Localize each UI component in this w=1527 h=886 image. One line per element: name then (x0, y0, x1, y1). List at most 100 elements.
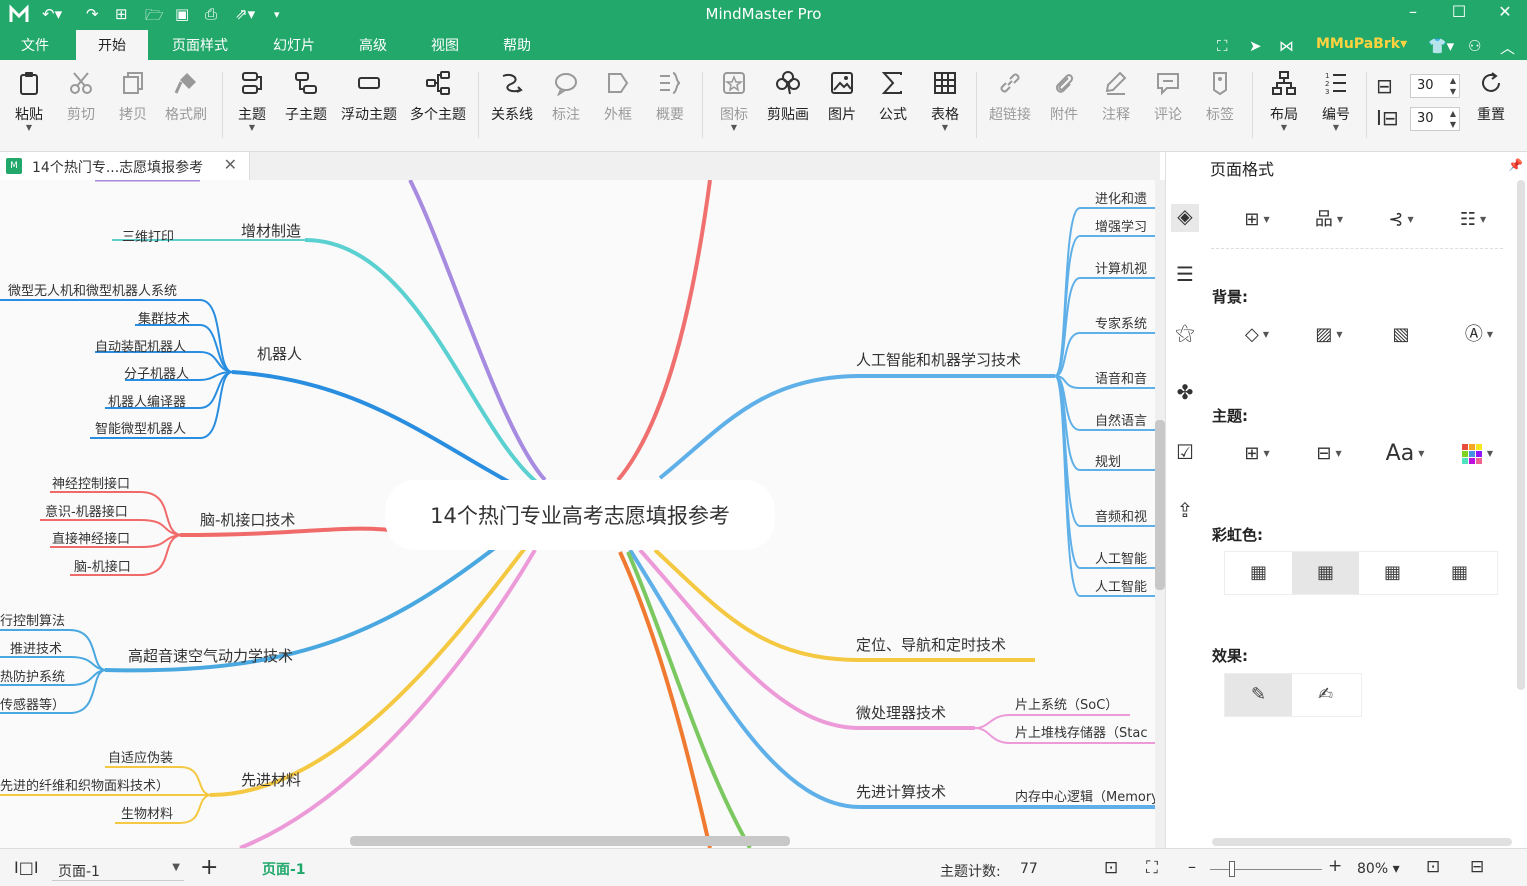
fullscreen-icon[interactable]: ⛶ (1217, 37, 1228, 55)
theme-style-button[interactable]: ⊞ ▼ (1227, 436, 1287, 472)
rainbow-option-3[interactable]: ▦ (1359, 552, 1426, 594)
connector-style-button[interactable]: ⊰ ▼ (1371, 202, 1431, 238)
numbering-style-button[interactable]: ☷ ▼ (1443, 202, 1503, 238)
format-painter-button[interactable]: 格式刷 (160, 70, 212, 146)
outline-list-icon[interactable]: ☰ (1171, 262, 1199, 290)
copy-button[interactable]: 拷贝 (112, 70, 154, 146)
ribbon-separator (702, 72, 703, 138)
send-icon[interactable]: ➤ (1249, 37, 1262, 55)
fill-color-button[interactable]: ◇ ▼ (1227, 317, 1287, 353)
panel-vertical-scrollbar[interactable] (1517, 180, 1525, 690)
menu-view[interactable]: 视图 (418, 30, 472, 60)
theme-layout-button[interactable]: ⊟ ▼ (1299, 436, 1359, 472)
close-tab-icon[interactable]: ✕ (224, 155, 237, 174)
numbering-button[interactable]: 123 编号 ▼ (1318, 70, 1354, 146)
maximize-icon[interactable]: ☐ (1444, 2, 1474, 26)
menu-advanced[interactable]: 高级 (346, 30, 400, 60)
reset-button[interactable]: 重置 (1472, 70, 1510, 146)
menu-home[interactable]: 开始 (76, 30, 148, 60)
current-page-tab[interactable]: 页面-1 (262, 859, 306, 879)
callout-button[interactable]: 标注 (546, 70, 586, 146)
icon-button[interactable]: 图标 ▼ (714, 70, 754, 146)
layout-button[interactable]: 布局 ▼ (1266, 70, 1302, 146)
minimize-icon[interactable]: – (1398, 2, 1428, 26)
hyperlink-button[interactable]: 超链接 (986, 70, 1034, 146)
upload-icon[interactable]: ⇪ (1171, 498, 1199, 526)
clipboard-icon (8, 70, 50, 102)
attachment-button[interactable]: 附件 (1046, 70, 1082, 146)
boundary-button[interactable]: 外框 (598, 70, 638, 146)
rainbow-option-1[interactable]: ▦ (1225, 552, 1292, 594)
formula-button[interactable]: 公式 (874, 70, 912, 146)
cut-button[interactable]: 剪切 (60, 70, 102, 146)
zoom-in-icon[interactable]: + (1328, 856, 1342, 876)
task-check-icon[interactable]: ☑ (1171, 440, 1199, 468)
tag-icon (1202, 70, 1238, 102)
fit-window-icon[interactable]: ⊡ (1426, 857, 1440, 877)
page-select[interactable]: 页面-1 ▼ (52, 857, 184, 881)
horizontal-spacing-input[interactable]: 30 ▲ ▼ (1410, 74, 1460, 98)
structure-tree-button[interactable]: 品 ▼ (1299, 202, 1359, 238)
vertical-spacing-input[interactable]: 30 ▲ ▼ (1410, 107, 1460, 131)
leaf-bci-4: 脑-机接口 (74, 559, 131, 575)
clipart-tab-icon[interactable]: ✤ (1171, 380, 1199, 408)
theme-shirt-icon[interactable]: 👕▾ (1428, 37, 1454, 55)
menu-slides[interactable]: 幻灯片 (262, 30, 326, 60)
pin-icon[interactable]: 📌 (1508, 158, 1523, 172)
multiple-topics-button[interactable]: 多个主题 (406, 70, 470, 146)
effect-handdrawn-icon[interactable]: ✍ (1292, 674, 1359, 716)
fullscreen-view-icon[interactable]: ⛶ (1146, 858, 1158, 878)
structure-grid-button[interactable]: ⊞ ▼ (1227, 202, 1287, 238)
floating-topic-button[interactable]: 浮动主题 (338, 70, 400, 146)
menu-file[interactable]: 文件 (8, 30, 62, 60)
leaf-ai-2: 增强学习 (1095, 219, 1147, 235)
menu-page-style[interactable]: 页面样式 (160, 30, 240, 60)
theme-label: 主题: (1212, 407, 1248, 425)
remove-background-button[interactable]: ▧ (1371, 317, 1431, 353)
leaf-materials-2: 先进的纤维和织物面料技术） (0, 778, 169, 794)
theme-color-button[interactable]: ▼ (1447, 436, 1507, 472)
rainbow-option-2[interactable]: ▦ (1292, 552, 1359, 594)
subtopic-button[interactable]: 子主题 (282, 70, 330, 146)
close-icon[interactable]: ✕ (1490, 2, 1520, 26)
rainbow-option-4[interactable]: ▦ (1426, 552, 1493, 594)
ribbon-separator (1252, 72, 1253, 138)
fit-page-icon[interactable]: ⊡ (1104, 858, 1118, 878)
paste-button[interactable]: 粘贴 ▼ (8, 70, 50, 146)
zoom-slider-track[interactable] (1210, 869, 1322, 870)
leaf-3d-printing: 三维打印 (122, 230, 174, 245)
icon-library-icon[interactable]: ⚝ (1171, 320, 1199, 348)
note-button[interactable]: 注释 (1098, 70, 1134, 146)
panel-horizontal-scrollbar[interactable] (1212, 838, 1512, 846)
page-format-tab-icon[interactable]: ◈ (1171, 204, 1199, 232)
watermark-button[interactable]: Ⓐ ▼ (1449, 317, 1509, 353)
user-account[interactable]: MMuPaBrk▾ (1316, 36, 1407, 52)
image-button[interactable]: 图片 (824, 70, 860, 146)
canvas-vertical-scroll-thumb[interactable] (1155, 420, 1165, 590)
comment-button[interactable]: 评论 (1150, 70, 1186, 146)
canvas-horizontal-scroll-thumb[interactable] (350, 836, 790, 846)
topic-button[interactable]: 主题 ▼ (232, 70, 272, 146)
window-title: MindMaster Pro (705, 5, 822, 23)
apps-icon[interactable]: ⚇ (1468, 37, 1481, 55)
relationship-button[interactable]: 关系线 (488, 70, 536, 146)
add-page-icon[interactable]: + (200, 855, 218, 880)
clipart-button[interactable]: 剪贴画 (764, 70, 812, 146)
page-panel-toggle-icon[interactable]: I□I (14, 858, 39, 877)
zoom-level[interactable]: 80% ▾ (1357, 861, 1400, 877)
effect-marker-icon[interactable]: ✎ (1225, 674, 1292, 716)
collapse-panel-icon[interactable]: ⊟ (1470, 857, 1484, 877)
document-tab[interactable]: M 14个热门专...志愿填报参考 ✕ (0, 152, 250, 180)
collapse-ribbon-icon[interactable]: ︿ (1500, 37, 1515, 58)
table-button[interactable]: 表格 ▼ (926, 70, 964, 146)
mindmap-svg: 14个热门专业高考志愿填报参考 增材制造 三维打印 机器人 微型无人机和微型机器… (0, 180, 1160, 848)
share-icon[interactable]: ⋈ (1279, 37, 1294, 55)
summary-button[interactable]: 概要 (650, 70, 690, 146)
theme-font-button[interactable]: Aa ▼ (1375, 436, 1435, 472)
tag-button[interactable]: 标签 (1202, 70, 1238, 146)
mindmap-canvas[interactable]: 14个热门专业高考志愿填报参考 增材制造 三维打印 机器人 微型无人机和微型机器… (0, 180, 1160, 848)
zoom-out-icon[interactable]: – (1188, 857, 1196, 876)
background-image-button[interactable]: ▨ ▼ (1299, 317, 1359, 353)
zoom-slider-thumb[interactable] (1229, 861, 1236, 877)
menu-help[interactable]: 帮助 (490, 30, 544, 60)
